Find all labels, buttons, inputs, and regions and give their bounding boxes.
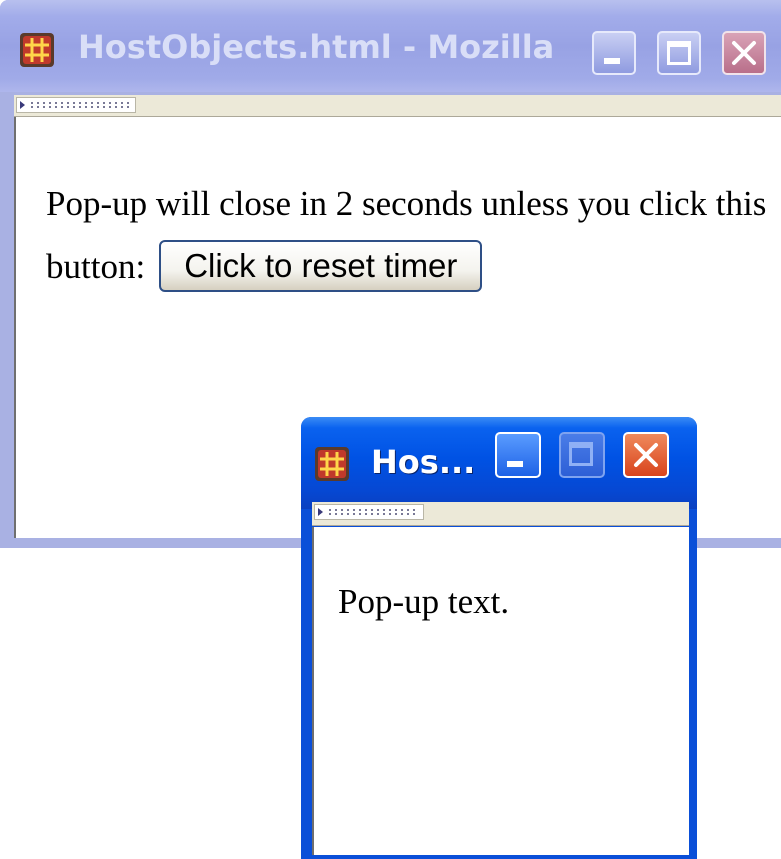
- maximize-icon: [667, 41, 691, 65]
- toolbar-grip[interactable]: [16, 97, 136, 113]
- popup-page-text: Pop-up text.: [338, 582, 510, 621]
- grip-dots: [327, 508, 419, 517]
- minimize-icon: [604, 58, 620, 64]
- popup-page-content: Pop-up text.: [312, 527, 689, 855]
- mozilla-app-icon: [20, 33, 54, 67]
- main-maximize-button[interactable]: [657, 31, 701, 75]
- close-icon: [730, 39, 758, 71]
- popup-maximize-button[interactable]: [559, 432, 605, 478]
- popup-window-title: Hos...: [371, 443, 476, 481]
- main-toolbar: [14, 95, 781, 117]
- maximize-icon: [569, 442, 593, 466]
- popup-title-bar[interactable]: Hos...: [301, 417, 697, 509]
- toolbar-grip-icon: [20, 101, 25, 109]
- popup-minimize-button[interactable]: [495, 432, 541, 478]
- reset-timer-button[interactable]: Click to reset timer: [159, 239, 483, 292]
- main-title-bar[interactable]: HostObjects.html - Mozilla: [0, 0, 781, 92]
- grip-dots: [29, 101, 129, 110]
- popup-close-button[interactable]: [623, 432, 669, 478]
- close-icon: [631, 440, 661, 474]
- mozilla-app-icon: [315, 447, 349, 481]
- main-minimize-button[interactable]: [592, 31, 636, 75]
- main-close-button[interactable]: [722, 31, 766, 75]
- toolbar-grip-icon: [318, 508, 323, 516]
- minimize-icon: [507, 461, 523, 467]
- toolbar-grip[interactable]: [314, 504, 424, 520]
- main-page-text-block: Pop-up will close in 2 seconds unless yo…: [46, 172, 781, 298]
- main-window-title: HostObjects.html - Mozilla: [78, 28, 555, 66]
- popup-toolbar: [312, 502, 689, 526]
- popup-window: Hos... Pop-up text.: [301, 417, 697, 859]
